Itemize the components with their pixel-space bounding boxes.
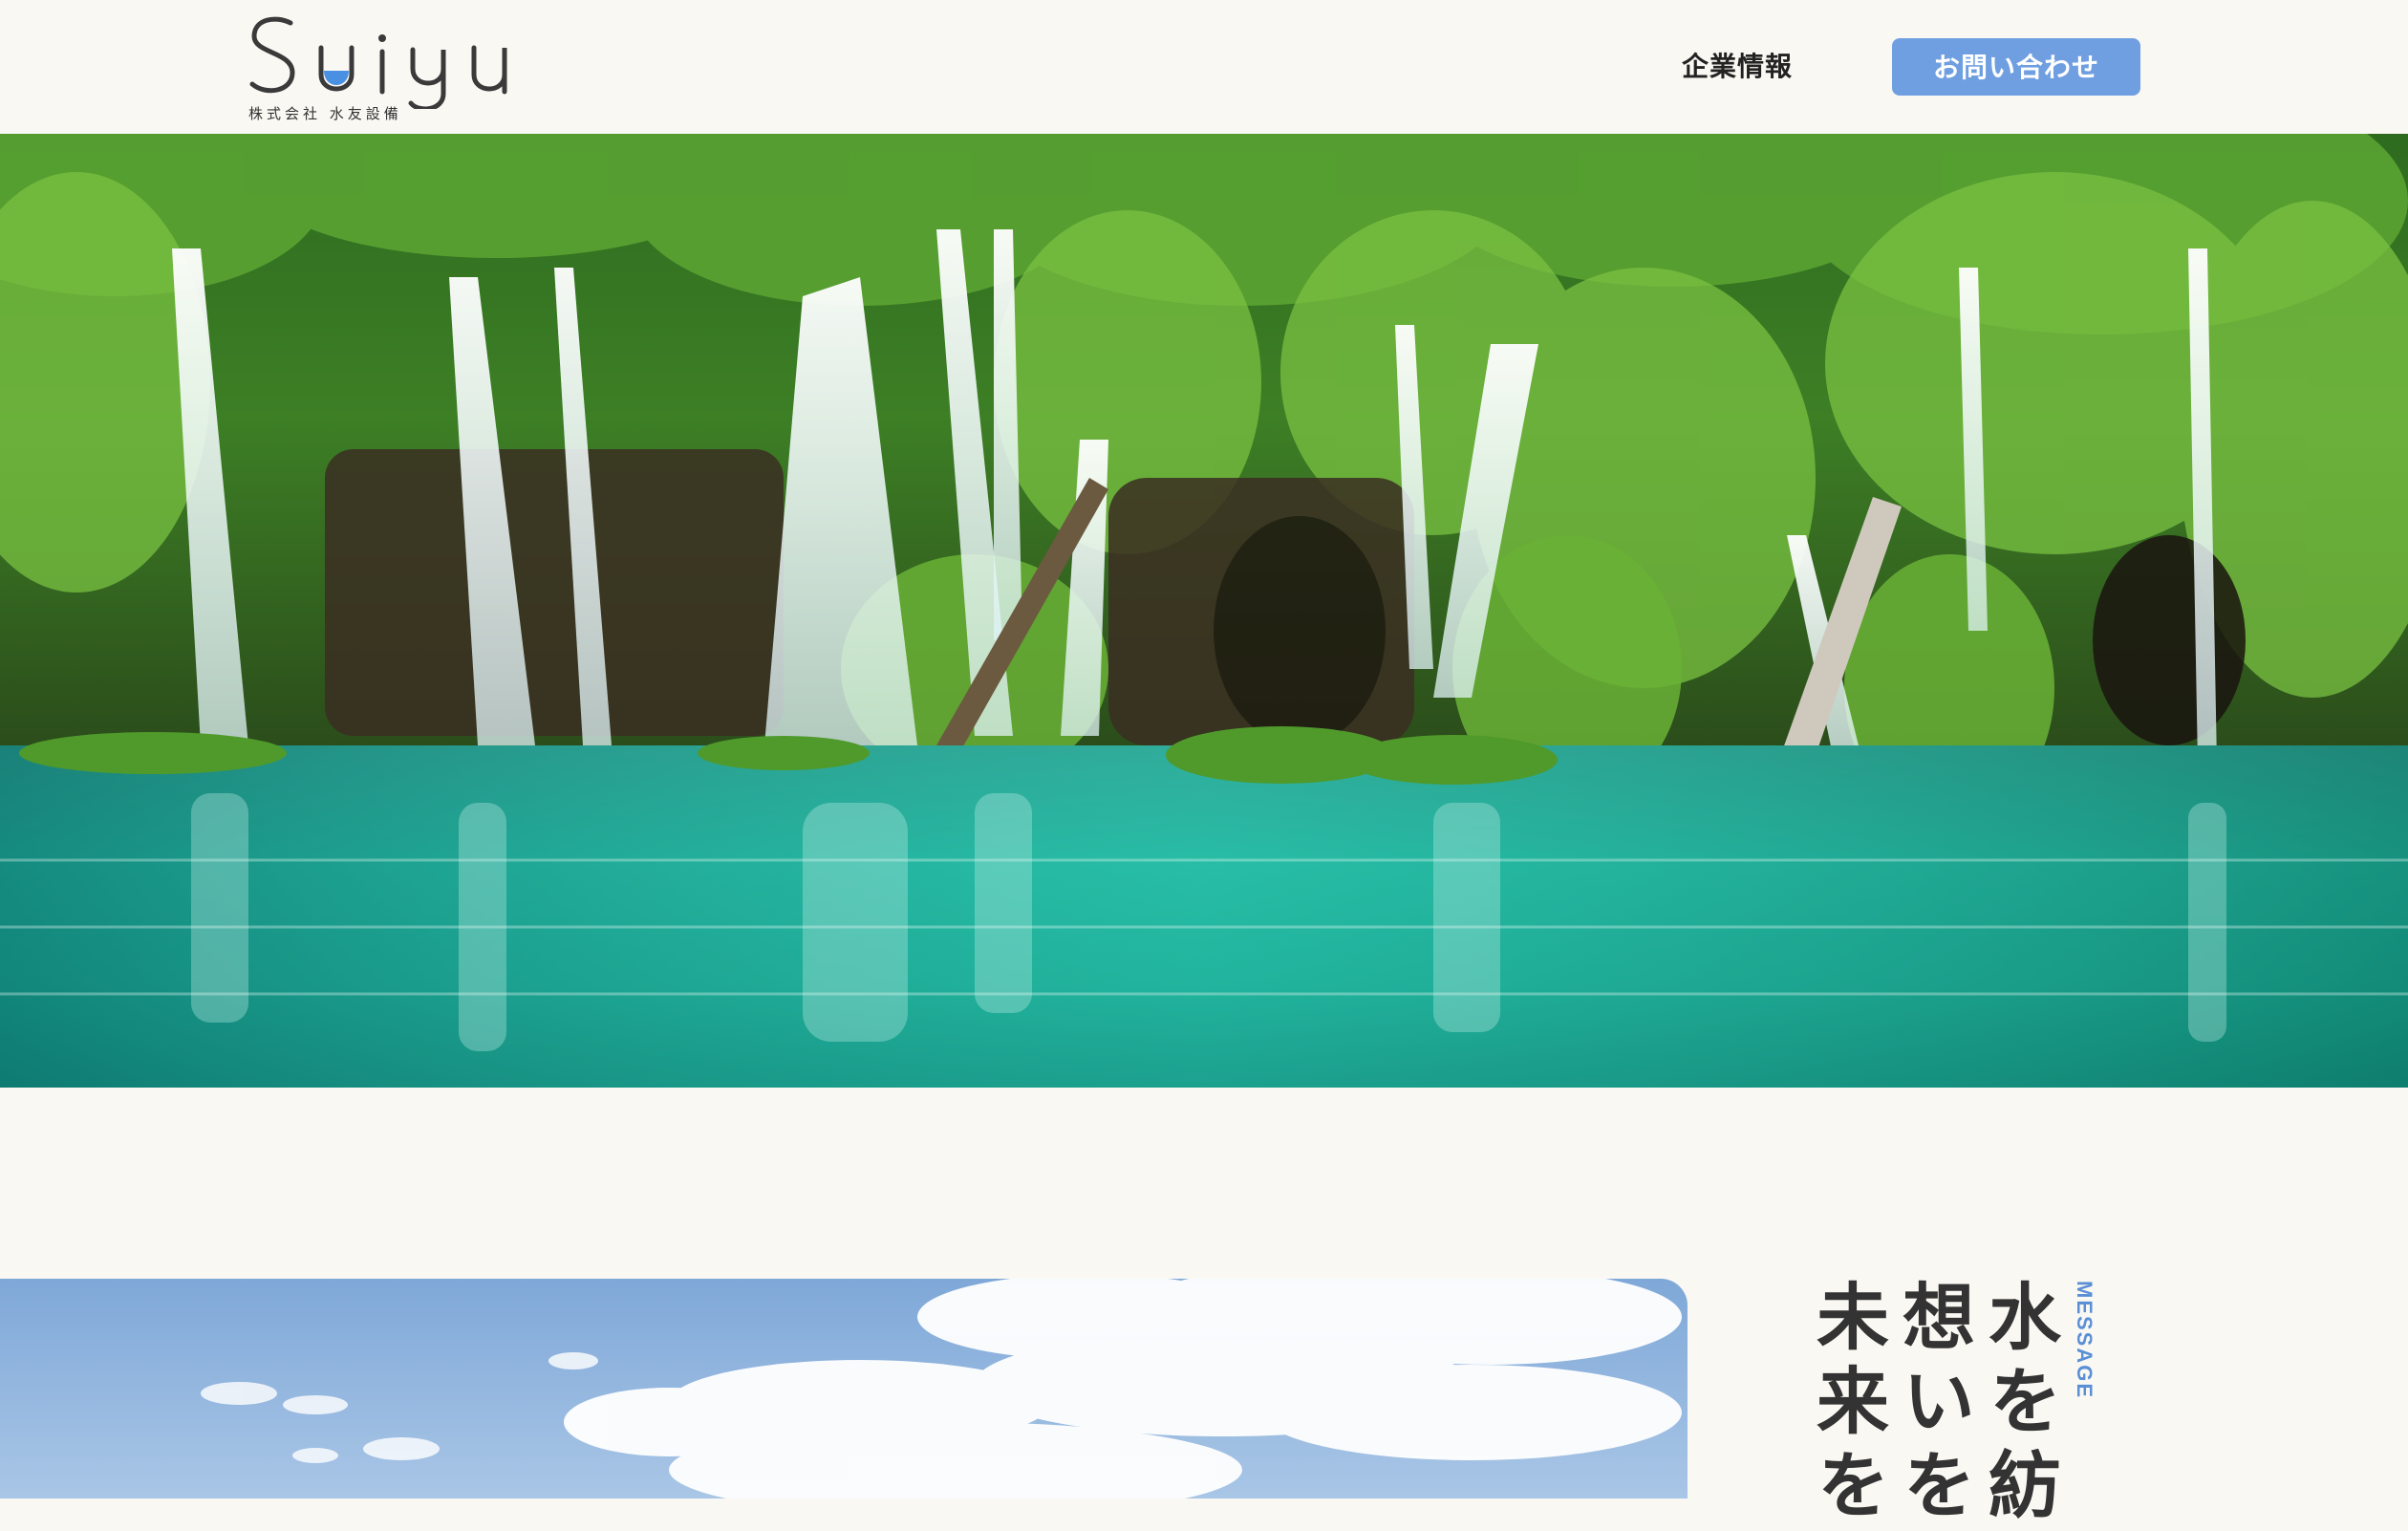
waterfall-lake-illustration [0, 134, 2408, 1088]
sky-clouds-illustration [0, 1279, 1688, 1499]
site-logo[interactable]: 株式会社 水友設備 [247, 13, 543, 126]
message-line-2: 想いを [1890, 1279, 1975, 1531]
message-section-label: MESSAGE [2073, 1281, 2096, 1400]
nav-company-info[interactable]: 企業情報 [1682, 44, 1793, 90]
sky-image [0, 1279, 1688, 1499]
site-header: 株式会社 水友設備 企業情報 お問い合わせ [0, 0, 2408, 134]
logo-subtext: 株式会社 水友設備 [248, 105, 402, 122]
hero-image [0, 134, 2408, 1088]
message-line-1: 水を紡 [1976, 1279, 2061, 1531]
message-line-3: 未来を [1804, 1279, 1889, 1531]
logo-wordmark-icon [249, 16, 507, 109]
contact-button[interactable]: お問い合わせ [1892, 38, 2140, 96]
